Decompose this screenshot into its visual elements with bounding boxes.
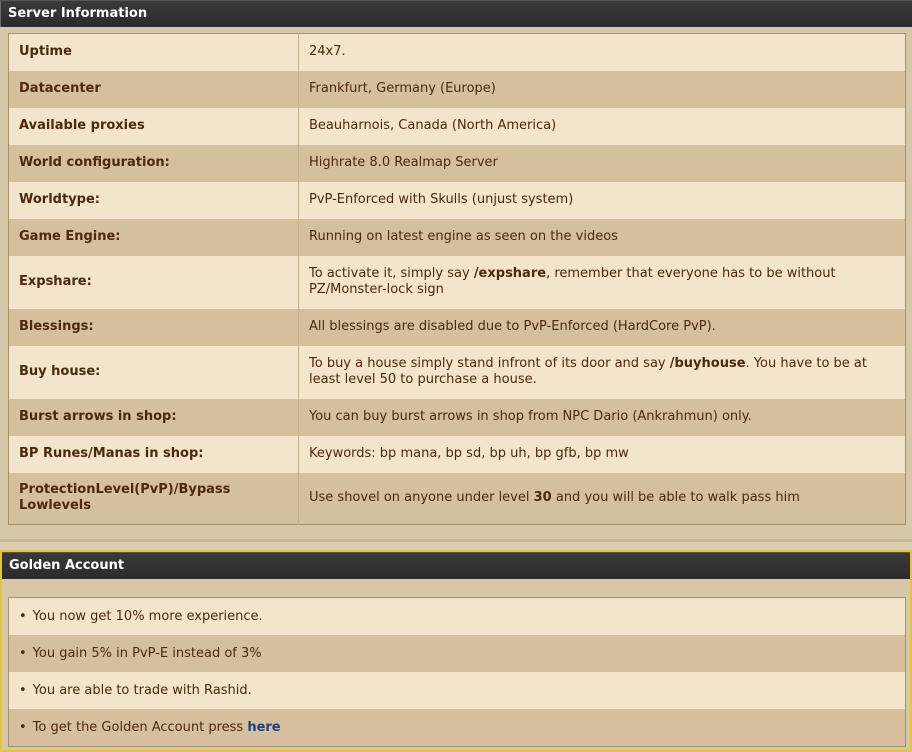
- bullet-icon: •: [19, 646, 27, 661]
- value-text: Use shovel on anyone under level: [309, 490, 534, 506]
- value-text: To activate it, simply say: [309, 266, 474, 281]
- table-row: Worldtype: PvP-Enforced with Skulls (unj…: [8, 181, 906, 219]
- level-value: 30: [533, 490, 552, 506]
- row-key: Buy house:: [8, 345, 299, 399]
- row-value: To activate it, simply say /expshare, re…: [298, 255, 906, 309]
- row-value: Running on latest engine as seen on the …: [298, 218, 906, 256]
- table-row: Expshare: To activate it, simply say /ex…: [8, 255, 906, 309]
- row-value: 24x7.: [298, 33, 906, 71]
- golden-account-panel: Golden Account • You now get 10% more exp…: [0, 550, 912, 752]
- row-key: BP Runes/Manas in shop:: [8, 435, 299, 473]
- golden-account-header: Golden Account: [2, 552, 910, 579]
- row-key: Worldtype:: [8, 181, 299, 219]
- row-key: Datacenter: [8, 70, 299, 108]
- row-value: Beauharnois, Canada (North America): [298, 107, 906, 145]
- table-row: Burst arrows in shop: You can buy burst …: [8, 398, 906, 436]
- row-value: Frankfurt, Germany (Europe): [298, 70, 906, 108]
- row-value: You can buy burst arrows in shop from NP…: [298, 398, 906, 436]
- value-text: To buy a house simply stand infront of i…: [309, 356, 670, 371]
- row-key: Game Engine:: [8, 218, 299, 256]
- list-item: • To get the Golden Account press here: [9, 709, 905, 746]
- bullet-icon: •: [19, 720, 27, 735]
- command-text: /expshare: [473, 266, 547, 281]
- list-item: • You now get 10% more experience.: [9, 598, 905, 635]
- row-value: PvP-Enforced with Skulls (unjust system): [298, 181, 906, 219]
- table-row: BP Runes/Manas in shop: Keywords: bp man…: [8, 435, 906, 473]
- list-item: • You gain 5% in PvP-E instead of 3%: [9, 635, 905, 672]
- row-value: Highrate 8.0 Realmap Server: [298, 144, 906, 182]
- bullet-icon: •: [19, 609, 27, 624]
- server-information-panel: Server Information Uptime 24x7. Datacent…: [0, 0, 912, 542]
- list-item-text: You gain 5% in PvP-E instead of 3%: [32, 646, 262, 661]
- row-value: Keywords: bp mana, bp sd, bp uh, bp gfb,…: [298, 435, 906, 473]
- table-row: Datacenter Frankfurt, Germany (Europe): [8, 70, 906, 108]
- table-row: Game Engine: Running on latest engine as…: [8, 218, 906, 256]
- list-item-text: You are able to trade with Rashid.: [32, 683, 252, 698]
- table-row: Buy house: To buy a house simply stand i…: [8, 345, 906, 399]
- row-key: Blessings:: [8, 308, 299, 346]
- row-key: World configuration:: [8, 144, 299, 182]
- row-key: Uptime: [8, 33, 299, 71]
- table-row: Blessings: All blessings are disabled du…: [8, 308, 906, 346]
- row-key: Available proxies: [8, 107, 299, 145]
- list-item-text: To get the Golden Account press: [32, 720, 248, 735]
- golden-benefits-list: • You now get 10% more experience. • You g…: [8, 597, 906, 747]
- row-key: Burst arrows in shop:: [8, 398, 299, 436]
- server-information-header: Server Information: [0, 0, 912, 27]
- row-key: Expshare:: [8, 255, 299, 309]
- server-info-table: Uptime 24x7. Datacenter Frankfurt, Germa…: [8, 33, 906, 525]
- command-text: /buyhouse: [669, 356, 746, 371]
- table-row: ProtectionLevel(PvP)/Bypass Lowlevels Us…: [8, 472, 906, 525]
- row-value: Use shovel on anyone under level 30 and …: [298, 472, 906, 525]
- list-item-text: You now get 10% more experience.: [32, 609, 263, 624]
- table-row: Uptime 24x7.: [8, 33, 906, 71]
- row-value: To buy a house simply stand infront of i…: [298, 345, 906, 399]
- bullet-icon: •: [19, 683, 27, 698]
- row-key: ProtectionLevel(PvP)/Bypass Lowlevels: [8, 472, 299, 525]
- table-row: World configuration: Highrate 8.0 Realma…: [8, 144, 906, 182]
- row-value: All blessings are disabled due to PvP-En…: [298, 308, 906, 346]
- list-item: • You are able to trade with Rashid.: [9, 672, 905, 709]
- golden-account-here-link[interactable]: here: [247, 720, 280, 735]
- value-text: and you will be able to walk pass him: [551, 490, 800, 506]
- table-row: Available proxies Beauharnois, Canada (N…: [8, 107, 906, 145]
